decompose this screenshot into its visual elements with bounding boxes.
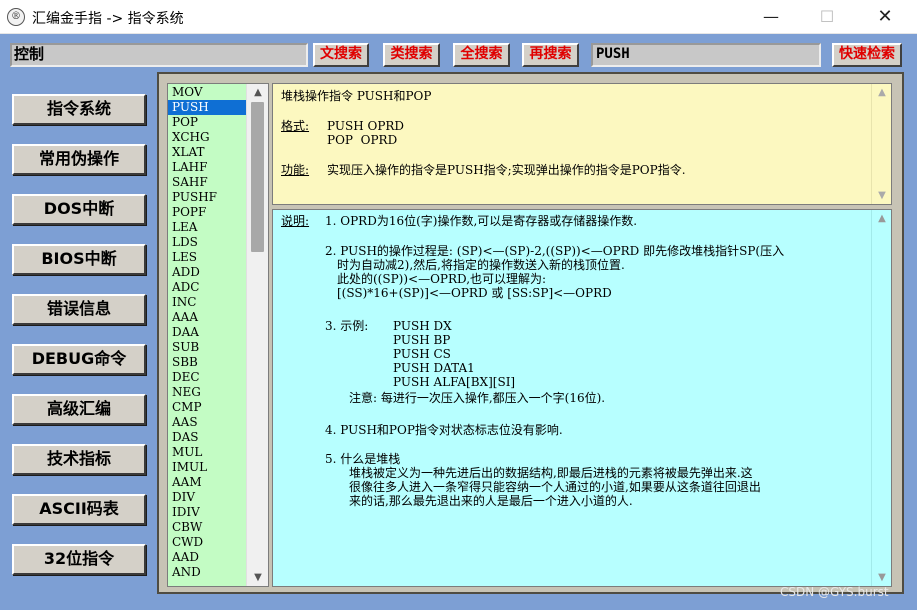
- control-label-box: 控制: [10, 43, 308, 67]
- instruction-list-item[interactable]: DAA: [168, 325, 246, 340]
- nav-debug-commands-button[interactable]: DEBUG命令: [12, 344, 146, 375]
- instruction-list-item[interactable]: IMUL: [168, 460, 246, 475]
- instruction-list-item[interactable]: LEA: [168, 220, 246, 235]
- example-line: PUSH CS: [393, 347, 451, 361]
- instruction-list-item[interactable]: CMP: [168, 400, 246, 415]
- details-label: 说明:: [281, 214, 310, 228]
- instruction-list-item[interactable]: CBW: [168, 520, 246, 535]
- text-search-button[interactable]: 文搜索: [313, 43, 369, 67]
- instruction-list-item[interactable]: LAHF: [168, 160, 246, 175]
- watermark-text: CSDN @GYS.burst: [780, 585, 889, 599]
- title-bar: ® 汇编金手指 -> 指令系统 — ☐ ✕: [0, 0, 917, 34]
- details-scroll-down-icon[interactable]: ▼: [872, 569, 891, 586]
- nav-error-messages-button[interactable]: 错误信息: [12, 294, 146, 325]
- instruction-list-item[interactable]: SUB: [168, 340, 246, 355]
- instruction-list-item[interactable]: INC: [168, 295, 246, 310]
- nav-bios-interrupts-button[interactable]: BIOS中断: [12, 244, 146, 275]
- main-client-area: 控制 文搜索 类搜索 全搜索 再搜索 PUSH 快速检索 指令系统 常用伪操作 …: [0, 34, 917, 610]
- nav-tech-specs-button[interactable]: 技术指标: [12, 444, 146, 475]
- details-point-4: 4. PUSH和POP指令对状态标志位没有影响.: [325, 423, 563, 437]
- details-point-1: 1. OPRD为16位(字)操作数,可以是寄存器或存储器操作数.: [325, 214, 638, 228]
- summary-title: 堆栈操作指令 PUSH和POP: [281, 89, 432, 103]
- maximize-button[interactable]: ☐: [804, 0, 850, 34]
- details-point-5-line-1: 堆栈被定义为一种先进后出的数据结构,即最后进栈的元素将被最先弹出来.这: [349, 466, 753, 480]
- scroll-up-arrow-icon[interactable]: ▲: [247, 84, 268, 101]
- instruction-list-item[interactable]: LDS: [168, 235, 246, 250]
- instruction-list-scrollbar[interactable]: ▲ ▼: [246, 84, 268, 586]
- instruction-list-item[interactable]: LES: [168, 250, 246, 265]
- category-search-button[interactable]: 类搜索: [383, 43, 440, 67]
- instruction-list-item[interactable]: XLAT: [168, 145, 246, 160]
- instruction-list-item[interactable]: PUSH: [168, 100, 246, 115]
- app-icon: ®: [7, 8, 25, 26]
- instruction-list-item[interactable]: MUL: [168, 445, 246, 460]
- instruction-list-item[interactable]: PUSHF: [168, 190, 246, 205]
- format-label: 格式:: [281, 119, 310, 133]
- window-title: 汇编金手指 -> 指令系统: [32, 11, 184, 27]
- summary-scrollbar[interactable]: ▲ ▼: [871, 84, 891, 204]
- nav-instruction-system-button[interactable]: 指令系统: [12, 94, 146, 125]
- search-query-input[interactable]: PUSH: [591, 43, 821, 67]
- instruction-list-item[interactable]: AAA: [168, 310, 246, 325]
- instruction-list-item[interactable]: ADD: [168, 265, 246, 280]
- details-point-2-line-3: 此处的((SP))<—OPRD,也可以理解为:: [337, 272, 547, 286]
- details-scroll-up-icon[interactable]: ▲: [872, 210, 891, 227]
- instruction-list-items: MOV PUSH POP XCHG XLAT LAHF SAHF PUSHF POPF LEA LD…: [168, 85, 246, 580]
- instruction-list-item[interactable]: AND: [168, 565, 246, 580]
- research-button[interactable]: 再搜索: [522, 43, 579, 67]
- format-line-2: POP OPRD: [327, 133, 398, 147]
- summary-scroll-up-icon[interactable]: ▲: [872, 84, 891, 101]
- example-line: PUSH ALFA[BX][SI]: [393, 375, 516, 389]
- details-point-3-note: 注意: 每进行一次压入操作,都压入一个字(16位).: [349, 391, 606, 405]
- content-panel: MOV PUSH POP XCHG XLAT LAHF SAHF PUSHF POPF LEA LD…: [157, 72, 904, 594]
- details-point-2-line-1: 2. PUSH的操作过程是: (SP)<—(SP)-2,((SP))<—OPRD…: [325, 244, 785, 258]
- instruction-list-item[interactable]: SAHF: [168, 175, 246, 190]
- instruction-list-item[interactable]: ADC: [168, 280, 246, 295]
- format-line-1: PUSH OPRD: [327, 119, 405, 133]
- instruction-list-item[interactable]: AAD: [168, 550, 246, 565]
- instruction-list-item[interactable]: DEC: [168, 370, 246, 385]
- instruction-details-box: 说明: 1. OPRD为16位(字)操作数,可以是寄存器或存储器操作数. 2. …: [272, 209, 892, 587]
- nav-ascii-table-button[interactable]: ASCII码表: [12, 494, 146, 525]
- details-point-3-label: 3. 示例:: [325, 319, 369, 333]
- instruction-list-item[interactable]: AAS: [168, 415, 246, 430]
- instruction-list-item[interactable]: NEG: [168, 385, 246, 400]
- close-button[interactable]: ✕: [862, 0, 908, 34]
- instruction-list-item[interactable]: MOV: [168, 85, 246, 100]
- summary-scroll-down-icon[interactable]: ▼: [872, 187, 891, 204]
- example-line: PUSH BP: [393, 333, 451, 347]
- instruction-list-item[interactable]: DIV: [168, 490, 246, 505]
- instruction-summary-box: 堆栈操作指令 PUSH和POP 格式: PUSH OPRD POP OPRD 功…: [272, 83, 892, 205]
- details-point-5-line-3: 来的话,那么最先退出来的人是最后一个进入小道的人.: [349, 494, 633, 508]
- instruction-list-item[interactable]: IDIV: [168, 505, 246, 520]
- instruction-list[interactable]: MOV PUSH POP XCHG XLAT LAHF SAHF PUSHF POPF LEA LD…: [167, 83, 269, 587]
- quick-search-button[interactable]: 快速检索: [832, 43, 902, 67]
- details-scrollbar[interactable]: ▲ ▼: [871, 210, 891, 586]
- instruction-list-item[interactable]: POP: [168, 115, 246, 130]
- scroll-thumb[interactable]: [251, 102, 264, 252]
- instruction-list-item[interactable]: DAS: [168, 430, 246, 445]
- nav-pseudo-ops-button[interactable]: 常用伪操作: [12, 144, 146, 175]
- nav-dos-interrupts-button[interactable]: DOS中断: [12, 194, 146, 225]
- details-point-2-line-2: 时为自动减2),然后,将指定的操作数送入新的栈顶位置.: [337, 258, 625, 272]
- instruction-list-item[interactable]: POPF: [168, 205, 246, 220]
- example-line: PUSH DX: [393, 319, 452, 333]
- nav-32bit-instructions-button[interactable]: 32位指令: [12, 544, 146, 575]
- example-line: PUSH DATA1: [393, 361, 475, 375]
- function-text: 实现压入操作的指令是PUSH指令;实现弹出操作的指令是POP指令.: [327, 163, 686, 177]
- instruction-list-item[interactable]: SBB: [168, 355, 246, 370]
- instruction-list-item[interactable]: XCHG: [168, 130, 246, 145]
- full-search-button[interactable]: 全搜索: [453, 43, 510, 67]
- function-label: 功能:: [281, 163, 310, 177]
- details-point-2-line-4: [(SS)*16+(SP)]<—OPRD 或 [SS:SP]<—OPRD: [337, 286, 612, 300]
- details-point-5-line-2: 很像往多人进入一条窄得只能容纳一个人通过的小道,如果要从这条道往回退出: [349, 480, 761, 494]
- minimize-button[interactable]: —: [748, 0, 794, 34]
- nav-advanced-asm-button[interactable]: 高级汇编: [12, 394, 146, 425]
- instruction-list-item[interactable]: CWD: [168, 535, 246, 550]
- scroll-down-arrow-icon[interactable]: ▼: [247, 569, 268, 586]
- details-point-5-title: 5. 什么是堆栈: [325, 452, 401, 466]
- instruction-list-item[interactable]: AAM: [168, 475, 246, 490]
